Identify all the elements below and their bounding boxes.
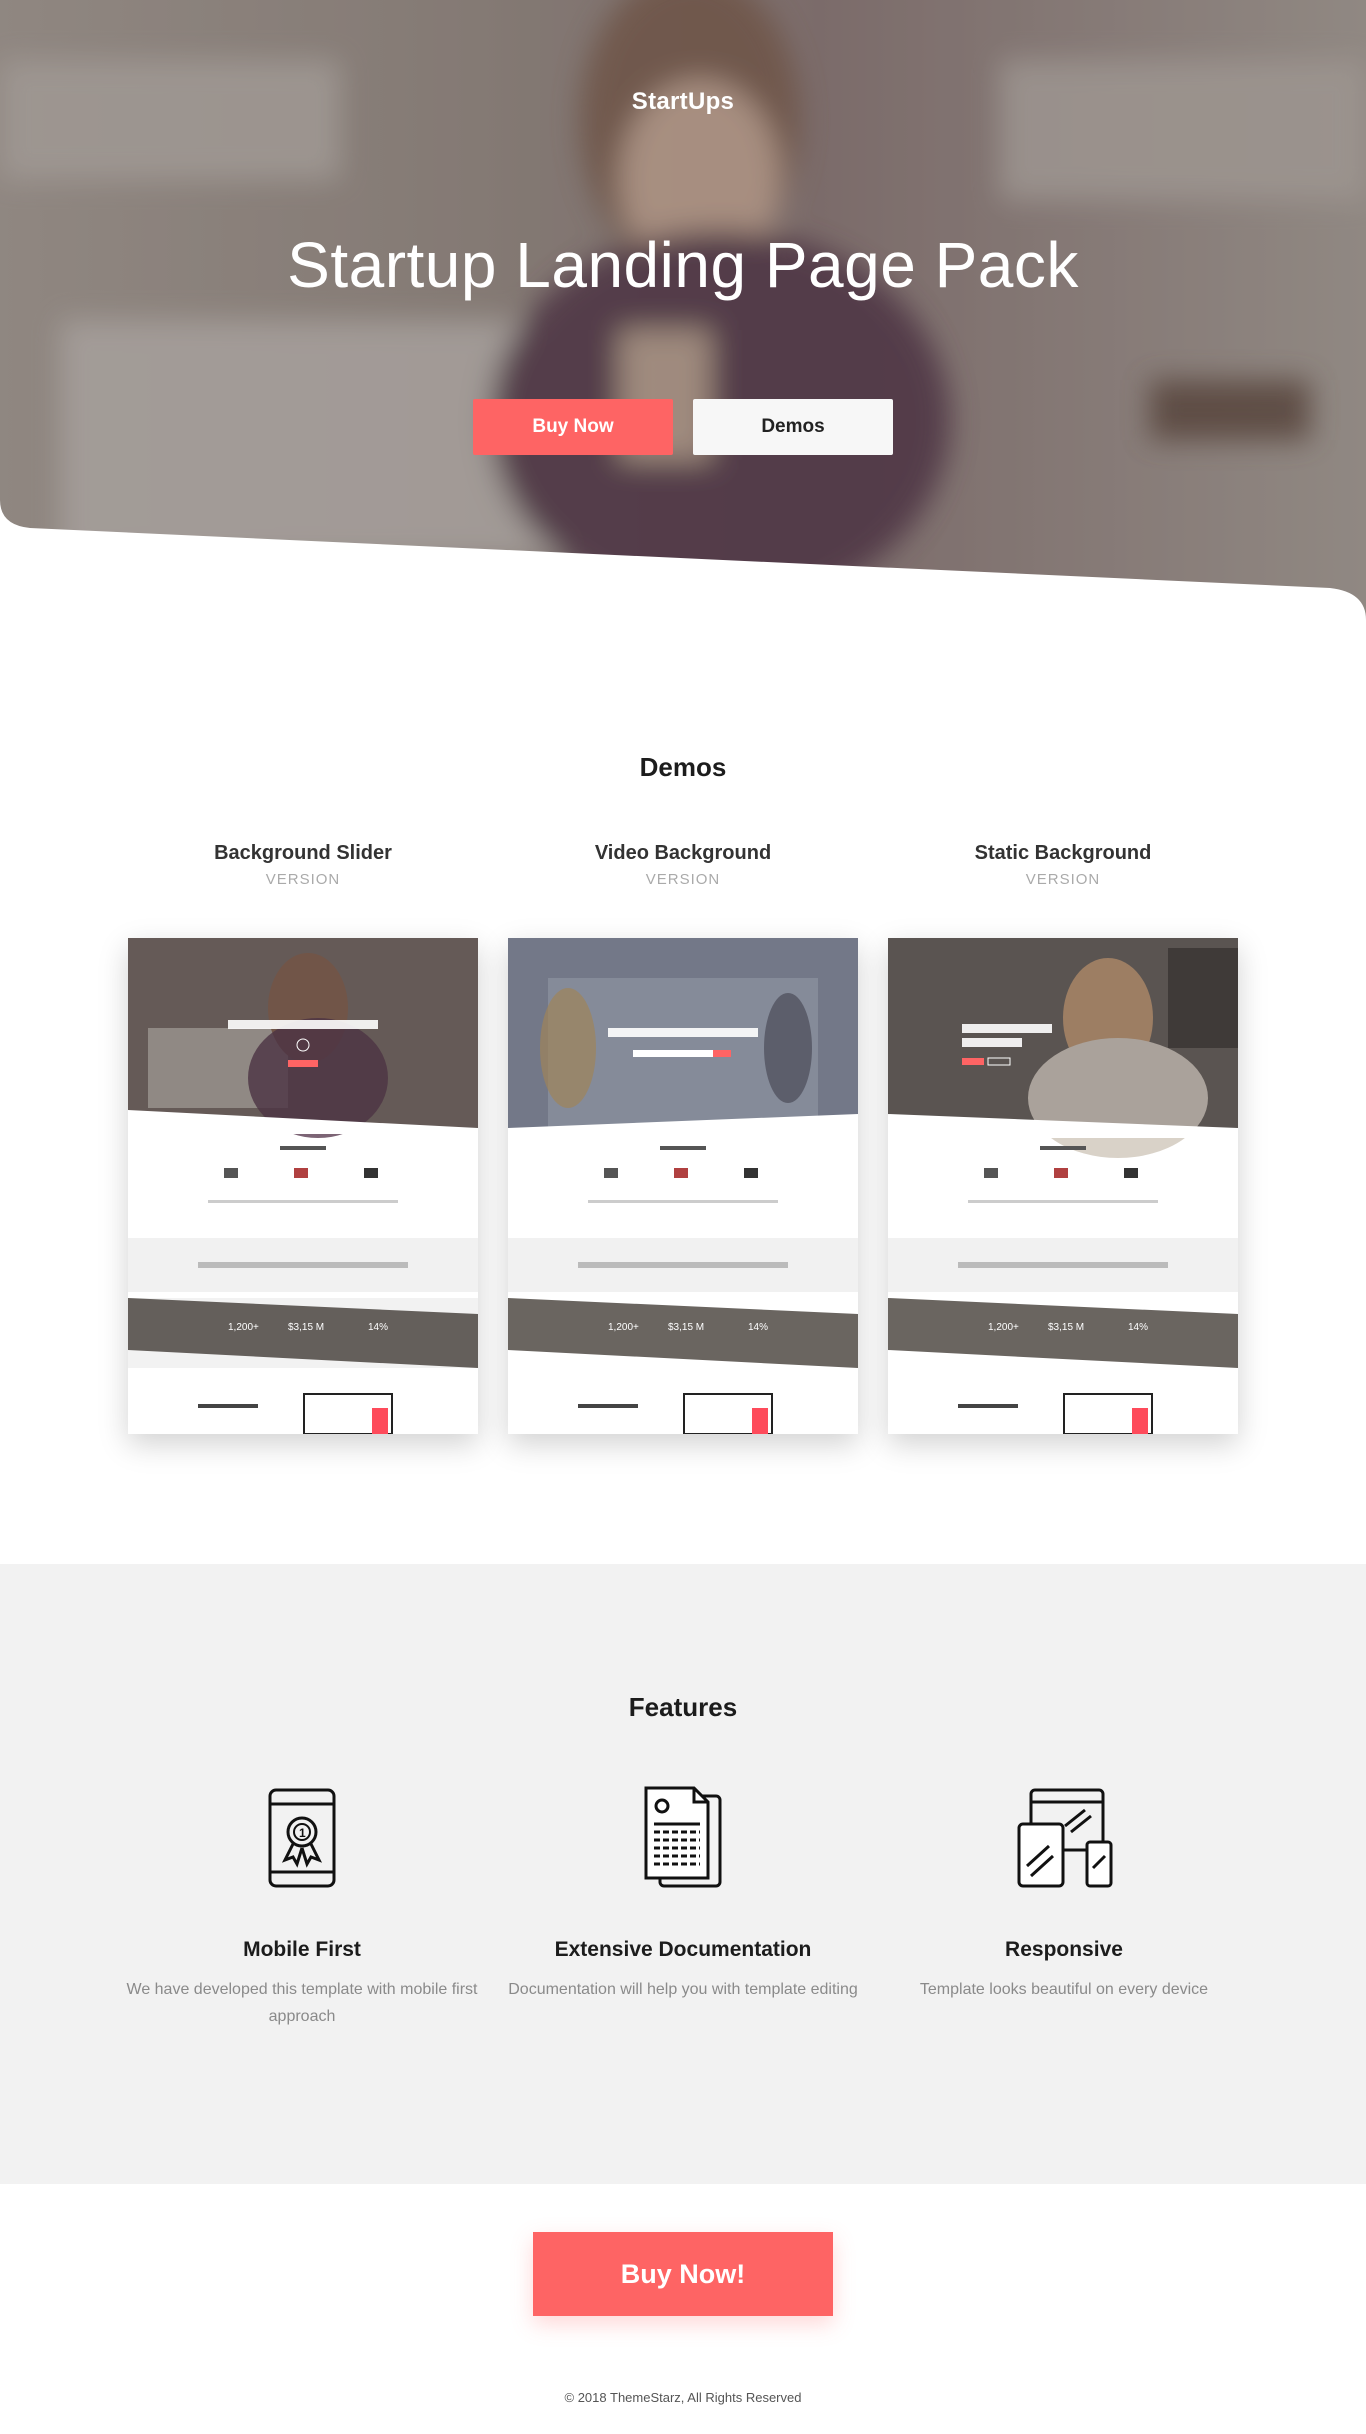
demo-name: Static Background [974,842,1152,864]
documentation-icon [644,1786,722,1888]
demo-version-label: VERSION [1025,871,1101,888]
features-section: Features 1 Mobile First We have develope… [0,1564,1366,2184]
demo-video-background-thumbnail[interactable]: 1,200+ $3,15 M 14% [508,938,858,1434]
demo-name: Video Background [594,842,772,864]
hero-brand-logo[interactable]: StartUps [0,88,1366,116]
demos-button[interactable]: Demos [693,399,893,455]
svg-text:$3,15 M: $3,15 M [668,1322,704,1333]
demo-video-background-heading: Video Background VERSION [508,842,858,888]
feature-title: Mobile First [243,1938,361,1961]
hero-section: StartUps Startup Landing Page Pack Buy N… [0,0,1366,620]
svg-text:$3,15 M: $3,15 M [288,1322,324,1333]
svg-text:14%: 14% [368,1322,388,1333]
demo-background-slider-heading: Background Slider VERSION [128,842,478,888]
demos-section: Demos Background Slider VERSION Video Ba… [0,620,1366,1564]
svg-text:14%: 14% [748,1322,768,1333]
demo-static-background-heading: Static Background VERSION [888,842,1238,888]
feature-description: Template looks beautiful on every device [919,1981,1209,1998]
buy-now-cta-button[interactable]: Buy Now! [533,2232,833,2316]
hero-title: Startup Landing Page Pack [287,229,1079,301]
features-title: Features [628,1692,738,1722]
demo-static-background-thumbnail[interactable]: 1,200+ $3,15 M 14% [888,938,1238,1434]
svg-text:$3,15 M: $3,15 M [1048,1322,1084,1333]
svg-text:1,200+: 1,200+ [608,1322,639,1333]
demos-title: Demos [639,752,727,782]
responsive-devices-icon [1017,1788,1113,1888]
svg-text:1,200+: 1,200+ [228,1322,259,1333]
feature-mobile-first: 1 Mobile First We have developed this te… [122,1784,482,2030]
demo-version-label: VERSION [265,871,341,888]
buy-now-button[interactable]: Buy Now [473,399,673,455]
feature-description: Documentation will help you with templat… [508,1981,858,1998]
svg-text:1,200+: 1,200+ [988,1322,1019,1333]
demo-name: Background Slider [214,842,392,864]
demo-background-slider-thumbnail[interactable]: 1,200+ $3,15 M 14% [128,938,478,1434]
feature-extensive-documentation: Extensive Documentation Documentation wi… [503,1784,863,2003]
demo-version-label: VERSION [645,871,721,888]
hero-button-group: Buy Now Demos [0,399,1366,455]
feature-responsive: Responsive Template looks beautiful on e… [884,1784,1244,2003]
svg-text:1: 1 [299,1826,306,1840]
feature-description: We have developed this template with mob… [126,1981,478,2025]
feature-title: Extensive Documentation [554,1938,812,1961]
feature-title: Responsive [1005,1938,1123,1961]
svg-text:14%: 14% [1128,1322,1148,1333]
footer-copyright: © 2018 ThemeStarz, All Rights Reserved [564,2390,802,2405]
mobile-award-icon: 1 [268,1788,336,1888]
